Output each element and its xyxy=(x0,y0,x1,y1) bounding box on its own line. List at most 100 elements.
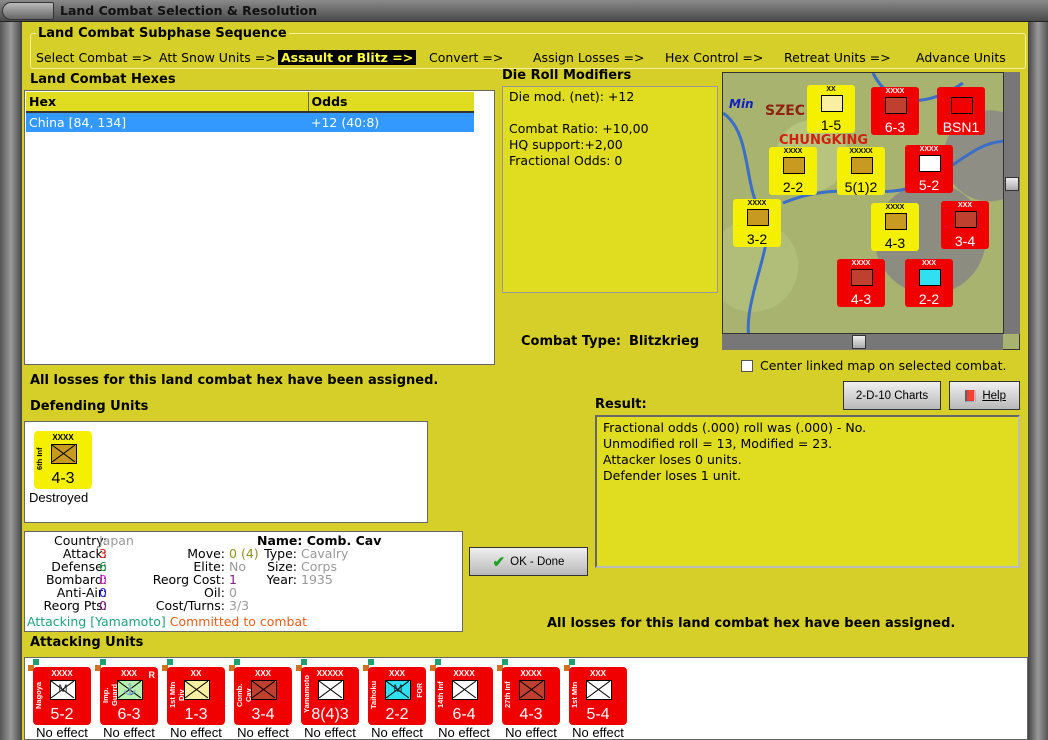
step-retreat-units: Retreat Units => xyxy=(784,50,891,65)
charts-button[interactable]: 2-D-10 Charts xyxy=(843,381,941,410)
unit-strength: 4-3 xyxy=(519,706,543,723)
map-unit[interactable]: XXXXX 5(1)2 xyxy=(837,147,885,195)
map-label-min: Min xyxy=(729,97,754,111)
step-assault-or-blitz: Assault or Blitz => xyxy=(278,50,417,65)
subphase-title: Land Combat Subphase Sequence xyxy=(36,26,289,41)
column-header-hex[interactable]: Hex xyxy=(26,92,309,112)
infantry-symbol-icon xyxy=(51,444,77,464)
attacking-unit[interactable]: XX 1st Mtn Div 1-3 xyxy=(167,667,225,725)
map-vertical-scrollbar[interactable] xyxy=(1003,72,1020,334)
unit-result: No effect xyxy=(170,725,222,740)
cost-turns-value: 3/3 xyxy=(229,598,250,613)
step-convert: Convert => xyxy=(429,50,504,65)
attacking-unit[interactable]: XXXX 14th Inf 6-4 xyxy=(435,667,493,725)
charts-label: 2-D-10 Charts xyxy=(855,389,929,402)
table-row[interactable]: China [84, 134] +12 (40:8) xyxy=(26,112,474,132)
committed-status: Committed to combat xyxy=(169,614,308,629)
map-unit[interactable]: BSN1 xyxy=(937,87,985,135)
unit-strength: 3-4 xyxy=(251,706,275,723)
unit-side-label: FOR xyxy=(417,683,424,698)
map-unit[interactable]: XXX 2-2 xyxy=(905,259,953,307)
result-line: Fractional odds (.000) roll was (.000) -… xyxy=(603,420,867,435)
unit-size: XXX xyxy=(921,260,936,267)
center-map-label: Center linked map on selected combat. xyxy=(760,358,1007,373)
unit-symbol-icon xyxy=(747,209,769,226)
unit-mark: M xyxy=(393,683,403,695)
ok-done-button[interactable]: ✔ OK - Done xyxy=(469,547,588,576)
help-button[interactable]: 📕 Help xyxy=(949,381,1020,410)
map-unit[interactable]: XXXX 3-2 xyxy=(733,199,781,247)
ok-label: OK - Done xyxy=(510,555,565,568)
odds-cell: +12 (40:8) xyxy=(311,115,380,130)
step-hex-control: Hex Control => xyxy=(665,50,764,65)
unit-result: No effect xyxy=(36,725,88,740)
unit-strength: 8(4)3 xyxy=(311,706,349,723)
defender-status: Destroyed xyxy=(29,490,89,505)
attacking-unit[interactable]: XXX Imp. Guard R ⚓ 6-3 xyxy=(100,667,158,725)
unit-result: No effect xyxy=(371,725,423,740)
attacking-unit[interactable]: XXXXX Yamamoto 8(4)3 xyxy=(301,667,359,725)
book-icon: 📕 xyxy=(963,390,978,403)
unit-size: XXXX xyxy=(851,260,871,267)
result-box: Fractional odds (.000) roll was (.000) -… xyxy=(595,415,1020,568)
unit-size: XXXXX xyxy=(849,148,873,155)
checkmark-icon: ✔ xyxy=(492,553,506,571)
hexes-table: Hex Odds China [84, 134] +12 (40:8) xyxy=(24,90,495,365)
fractional-odds-line: Fractional Odds: 0 xyxy=(509,153,623,168)
unit-flag: R xyxy=(148,670,156,680)
map-unit[interactable]: XXXX 6-3 xyxy=(871,87,919,135)
right-frame xyxy=(1028,22,1048,740)
attacking-unit[interactable]: XXX Taihoku FOR M 2-2 xyxy=(368,667,426,725)
unit-strength: 6-3 xyxy=(117,706,141,723)
defending-unit[interactable]: XXXX 6th Inf 4-3 xyxy=(34,431,92,489)
unit-strength: 5(1)2 xyxy=(844,179,878,195)
unit-strength: 2-2 xyxy=(782,179,804,195)
map-unit[interactable]: XXX 3-4 xyxy=(941,201,989,249)
unit-size: XXXX xyxy=(783,148,803,155)
map-unit[interactable]: XX 1-5 xyxy=(807,85,855,133)
die-roll-modifiers: Die mod. (net): +12 Combat Ratio: +10,00… xyxy=(502,86,718,293)
unit-result: No effect xyxy=(505,725,557,740)
unit-result: No effect xyxy=(237,725,289,740)
center-map-checkbox[interactable] xyxy=(741,360,753,372)
step-select-combat: Select Combat => xyxy=(36,50,153,65)
attacking-unit[interactable]: XXX 1st Mtn 5-4 xyxy=(569,667,627,725)
map-unit[interactable]: XXXX 4-3 xyxy=(837,259,885,307)
hexes-title: Land Combat Hexes xyxy=(30,72,176,87)
map-unit[interactable]: XXXX 4-3 xyxy=(871,203,919,251)
unit-symbol-icon xyxy=(184,680,210,700)
combat-type-value: Blitzkrieg xyxy=(629,334,700,349)
scroll-thumb[interactable] xyxy=(1005,177,1019,191)
map-unit[interactable]: XXXX 5-2 xyxy=(905,145,953,193)
unit-result: No effect xyxy=(304,725,356,740)
linked-map[interactable]: Min SZEC CHUNGKING XX 1-5 XXXX 6-3 BSN1 XX… xyxy=(722,72,1020,350)
map-unit[interactable]: XXXX 2-2 xyxy=(769,147,817,195)
unit-strength: 5-2 xyxy=(918,177,940,193)
result-line: Unmodified roll = 13, Modified = 23. xyxy=(603,436,833,451)
unit-symbol-icon xyxy=(251,680,277,700)
attacking-unit[interactable]: XXXX 27th Inf 4-3 xyxy=(502,667,560,725)
unit-strength: 1-3 xyxy=(184,706,208,723)
scroll-thumb[interactable] xyxy=(852,335,866,349)
unit-symbol-icon xyxy=(821,95,843,112)
unit-strength: 6-3 xyxy=(884,119,906,135)
attacking-unit[interactable]: XXX Comb. Cav 3-4 xyxy=(234,667,292,725)
result-line: Defender loses 1 unit. xyxy=(603,468,741,483)
system-menu-button[interactable] xyxy=(2,2,54,20)
map-label-szec: SZEC xyxy=(765,103,806,119)
cost-turns-label: Cost/Turns: xyxy=(155,598,225,613)
map-horizontal-scrollbar[interactable] xyxy=(722,333,1003,350)
attacking-title: Attacking Units xyxy=(30,635,144,650)
unit-strength: 3-4 xyxy=(954,233,976,249)
column-header-odds[interactable]: Odds xyxy=(308,92,474,112)
unit-strength: 5-4 xyxy=(586,706,610,723)
unit-size: XXX xyxy=(957,202,972,209)
map-label-chungking: CHUNGKING xyxy=(779,133,868,148)
attacking-unit[interactable]: XXXX Nagoya M 5-2 xyxy=(33,667,91,725)
unit-symbol-icon xyxy=(951,97,973,114)
unit-symbol-icon xyxy=(919,155,941,172)
losses-message-top: All losses for this land combat hex have… xyxy=(30,373,439,388)
unit-result: No effect xyxy=(438,725,490,740)
unit-symbol-icon xyxy=(851,269,873,286)
hex-cell: China [84, 134] xyxy=(29,115,127,130)
